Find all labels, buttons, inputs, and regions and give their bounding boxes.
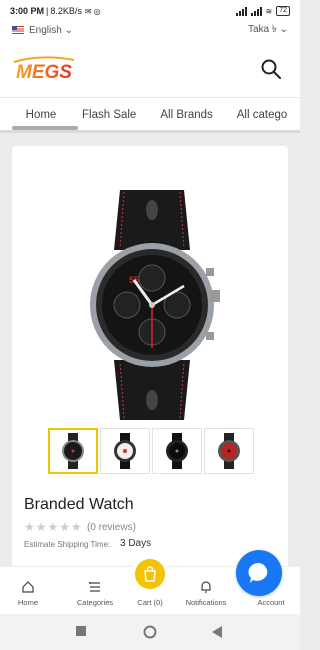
- home-circle-icon[interactable]: [143, 625, 157, 639]
- status-bar: 3:00 PM | 8.2KB/s ✉ ◎ ≋ 72: [0, 0, 300, 22]
- bottom-nav-cart-label: Cart (0): [137, 598, 163, 607]
- search-icon[interactable]: [260, 58, 282, 80]
- status-speed: 8.2KB/s: [50, 6, 82, 16]
- bottom-nav-categories-label: Categories: [76, 598, 114, 607]
- back-icon[interactable]: [212, 626, 222, 638]
- messenger-icon: ✉: [84, 6, 92, 16]
- chat-icon: [248, 562, 268, 583]
- whatsapp-icon: ◎: [93, 6, 101, 16]
- thumbnail-4[interactable]: [204, 428, 254, 474]
- brand-logo[interactable]: MEGS: [12, 56, 106, 82]
- currency-selector[interactable]: Taka ৳ ⌄: [248, 22, 288, 39]
- wifi-icon: ≋: [265, 6, 273, 16]
- us-flag-icon: [12, 26, 24, 34]
- thumbnail-1[interactable]: [48, 428, 98, 474]
- recents-icon[interactable]: [76, 626, 86, 636]
- bottom-nav-home-label: Home: [17, 598, 38, 607]
- logo-text: MEGS: [16, 62, 72, 82]
- shipping-label: Estimate Shipping Time:: [24, 540, 111, 549]
- battery-icon: 72: [276, 6, 290, 16]
- rating-stars: ★★★★★: [24, 520, 83, 534]
- tab-all-brands[interactable]: All Brands: [148, 109, 224, 121]
- language-label: English: [29, 24, 62, 36]
- bottom-nav-account-label: Account: [257, 598, 285, 607]
- bottom-nav-notifications-label: Notifications: [185, 598, 227, 607]
- chevron-down-icon: ⌄: [64, 24, 73, 36]
- home-icon: [22, 581, 34, 593]
- review-count[interactable]: (0 reviews): [87, 522, 136, 533]
- currency-label: Taka ৳: [247, 23, 277, 35]
- tab-home[interactable]: Home: [12, 109, 70, 121]
- system-navigation-bar: [0, 614, 300, 650]
- tab-all-categories[interactable]: All catego: [225, 109, 300, 121]
- tabs-scrollbar[interactable]: [0, 130, 300, 133]
- product-card: 55 Branded Watch ★★★★★ (0 reviews) Estim…: [12, 146, 288, 576]
- cart-button[interactable]: [132, 556, 168, 592]
- language-selector[interactable]: English ⌄: [29, 25, 73, 36]
- shipping-value: 3 Days: [120, 538, 152, 549]
- product-thumbnails: [48, 428, 254, 474]
- product-image[interactable]: 55: [72, 190, 232, 420]
- bottom-nav-home[interactable]: Home: [8, 567, 48, 615]
- signal-icon: [235, 6, 247, 16]
- thumbnail-2[interactable]: [100, 428, 150, 474]
- app-header: MEGS: [0, 38, 300, 98]
- chevron-down-icon: ⌄: [279, 23, 288, 35]
- locale-bar: English ⌄ Taka ৳ ⌄: [0, 22, 300, 38]
- tab-flash-sale[interactable]: Flash Sale: [70, 109, 148, 121]
- bell-icon: [201, 581, 211, 593]
- chat-button[interactable]: [236, 550, 282, 596]
- signal-icon: [250, 6, 262, 16]
- categories-icon: [89, 582, 100, 592]
- status-time: 3:00 PM: [10, 6, 45, 16]
- cart-icon: [144, 566, 156, 582]
- thumbnail-3[interactable]: [152, 428, 202, 474]
- product-title: Branded Watch: [24, 496, 134, 513]
- bottom-nav-categories[interactable]: Categories: [70, 567, 120, 615]
- bottom-nav-notifications[interactable]: Notifications: [178, 567, 234, 615]
